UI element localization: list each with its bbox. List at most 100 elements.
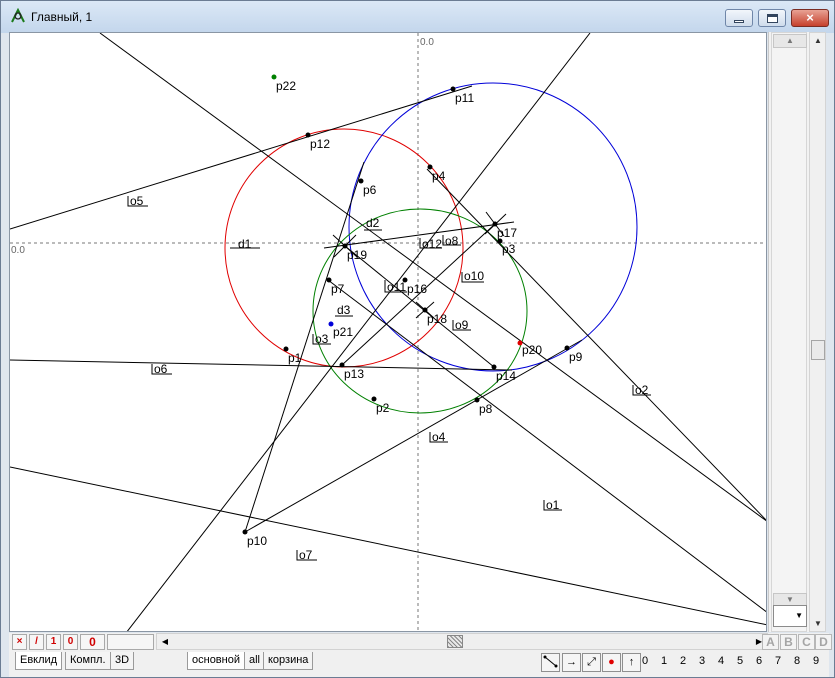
line-p10-p14[interactable]	[244, 339, 583, 533]
window-title: Главный, 1	[31, 10, 93, 24]
scroll-left-icon[interactable]: ◀	[158, 634, 172, 649]
label-d3: d3	[337, 303, 351, 317]
list-dropdown[interactable]: ▼	[773, 605, 807, 627]
digit-2[interactable]: 2	[676, 655, 690, 667]
label-p22: p22	[276, 79, 296, 93]
digit-7[interactable]: 7	[771, 655, 785, 667]
digit-9[interactable]: 9	[809, 655, 823, 667]
line-p10-p6[interactable]	[244, 161, 365, 533]
tab-complex[interactable]: Компл.	[65, 652, 111, 670]
label-o5: o5	[130, 194, 144, 208]
label-d2: d2	[366, 216, 380, 230]
y-axis-zero-label: 0.0	[420, 37, 434, 48]
label-o8: o8	[445, 234, 459, 248]
horizontal-scrollbar[interactable]: ◀ ▶	[156, 633, 768, 650]
label-p18: p18	[427, 312, 447, 326]
column-b-button[interactable]: B	[780, 634, 797, 650]
empty-field[interactable]	[107, 634, 154, 650]
line-p10-long[interactable]	[126, 33, 591, 632]
tab-main[interactable]: основной	[187, 652, 245, 670]
list-up-button[interactable]: ▲	[773, 34, 807, 48]
label-p21: p21	[333, 325, 353, 339]
label-p19: p19	[347, 248, 367, 262]
scroll-up-icon[interactable]: ▲	[812, 35, 824, 47]
close-button[interactable]: ×	[791, 9, 829, 27]
line-o2[interactable]	[426, 168, 767, 522]
minimize-button[interactable]	[725, 9, 753, 27]
tab-euclid[interactable]: Евклид	[15, 652, 63, 670]
column-a-button[interactable]: A	[762, 634, 779, 650]
vertical-scrollbar[interactable]: ▲ ▼	[809, 32, 826, 632]
digit-0[interactable]: 0	[638, 655, 652, 667]
tab-trash[interactable]: корзина	[263, 652, 314, 670]
label-p8: p8	[479, 402, 493, 416]
digit-8[interactable]: 8	[790, 655, 804, 667]
digit-5[interactable]: 5	[733, 655, 747, 667]
label-o11: o11	[387, 280, 406, 294]
one-button[interactable]: 1	[46, 634, 61, 650]
digit-1[interactable]: 1	[657, 655, 671, 667]
vertical-scroll-thumb[interactable]	[811, 340, 825, 360]
label-o12: o12	[422, 237, 442, 251]
label-o10: o10	[464, 269, 484, 283]
x-axis-zero-label: 0.0	[11, 245, 25, 256]
segment-tool-button[interactable]	[541, 653, 560, 672]
object-list-track[interactable]	[771, 32, 807, 632]
label-p13: p13	[344, 367, 364, 381]
clear-button[interactable]: ×	[12, 634, 27, 650]
maximize-button[interactable]	[758, 9, 786, 27]
line-diag-1[interactable]	[99, 33, 767, 522]
label-p17: p17	[497, 226, 517, 240]
drawing-canvas[interactable]: 0.0 0.0 p1 p2 p3 p4 p6 p7 p8 p9 p10 p11 …	[9, 32, 767, 632]
app-icon	[11, 8, 25, 23]
horizontal-scroll-thumb[interactable]	[447, 635, 463, 648]
column-c-button[interactable]: C	[798, 634, 815, 650]
label-o9: o9	[455, 318, 469, 332]
zero-button[interactable]: 0	[63, 634, 78, 650]
label-p16: p16	[407, 282, 427, 296]
digit-3[interactable]: 3	[695, 655, 709, 667]
label-p7: p7	[331, 282, 345, 296]
bottom-bar: × / 1 0 0 ◀ ▶ A B C D Евклид Компл. 3D о…	[9, 633, 832, 677]
title-bar: Главный, 1 ×	[1, 1, 834, 33]
label-p20: p20	[522, 343, 542, 357]
label-p4: p4	[432, 169, 446, 183]
label-p9: p9	[569, 350, 583, 364]
up-arrow-tool-icon: ↑	[628, 656, 635, 668]
point-tool-button[interactable]: ●	[602, 653, 621, 672]
label-o4: o4	[432, 430, 446, 444]
scroll-down-icon[interactable]: ▼	[812, 618, 824, 630]
line-o7[interactable]	[10, 466, 767, 626]
label-p12: p12	[310, 137, 330, 151]
label-d1: d1	[238, 237, 252, 251]
close-icon: ×	[806, 10, 814, 25]
label-p6: p6	[363, 183, 377, 197]
maximize-icon	[766, 13, 778, 23]
line-o1[interactable]	[327, 279, 767, 613]
chevron-down-icon: ▼	[795, 611, 803, 620]
line-o5[interactable]	[10, 85, 473, 230]
label-o2: o2	[635, 383, 649, 397]
line-d2[interactable]	[323, 221, 515, 249]
minimize-icon	[734, 19, 744, 23]
column-d-button[interactable]: D	[815, 634, 832, 650]
vertical-panel: ▲ ▼ ▼ ▲ ▼	[768, 32, 826, 632]
label-o6: o6	[154, 362, 168, 376]
tab-3d[interactable]: 3D	[110, 652, 135, 670]
label-p14: p14	[496, 369, 516, 383]
main-window: Главный, 1 × 0.0 0.0 p1 p2 p3 p4 p6 p7 p…	[0, 0, 835, 678]
arrow-tool-icon: →	[566, 656, 577, 668]
line-o6[interactable]	[10, 359, 513, 371]
arrow-tool-button[interactable]: →	[562, 653, 581, 672]
geometry-drawing[interactable]: 0.0 0.0 p1 p2 p3 p4 p6 p7 p8 p9 p10 p11 …	[10, 33, 767, 632]
label-p1: p1	[288, 351, 302, 365]
digit-6[interactable]: 6	[752, 655, 766, 667]
tab-all[interactable]: all	[244, 652, 266, 670]
digit-4[interactable]: 4	[714, 655, 728, 667]
label-p2: p2	[376, 401, 390, 415]
counter-display: 0	[80, 634, 105, 650]
diagonal-arrow-tool-button[interactable]: ⤢	[582, 653, 601, 672]
label-p10: p10	[247, 534, 267, 548]
label-p3: p3	[502, 242, 516, 256]
line-mode-button[interactable]: /	[29, 634, 44, 650]
